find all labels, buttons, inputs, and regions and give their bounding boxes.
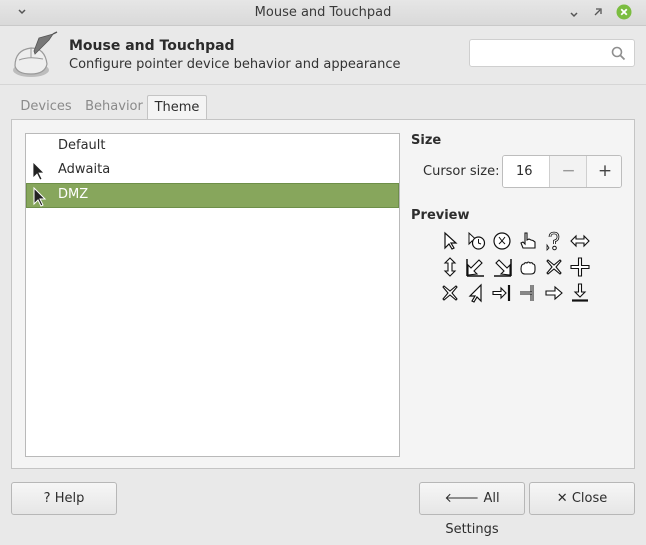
close-window-icon[interactable] [616,4,632,20]
wait-cursor-icon [493,232,511,250]
minimize-icon[interactable] [566,4,582,20]
resize-vertical-cursor-icon [443,257,457,277]
search-input[interactable] [476,44,610,64]
cursor-size-input[interactable] [503,156,547,187]
right-tee-cursor-icon [520,285,534,301]
resize-horizontal-cursor-icon [570,234,590,248]
cursor-preview-grid [440,231,600,309]
bottom-side-cursor-icon [572,283,588,302]
plus-icon: + [597,161,613,181]
right-arrow-cursor-icon [545,285,563,301]
increase-size-button[interactable]: + [586,156,621,187]
theme-row-dmz[interactable]: DMZ [26,183,399,208]
theme-name: Adwaita [58,162,111,177]
progress-cursor-icon [468,231,486,250]
tab-devices-label: Devices [20,99,72,114]
search-icon [611,46,626,61]
theme-panel: Default Adwaita DMZ Size Cursor size: − … [11,119,635,469]
help-button-label: Help [54,491,85,506]
window-titlebar: Mouse and Touchpad [0,0,646,26]
help-button[interactable]: ? Help [11,482,117,515]
preview-section-title: Preview [411,208,470,223]
adwaita-cursor-icon [32,161,45,181]
page-title: Mouse and Touchpad [69,38,235,54]
tab-theme[interactable]: Theme [147,95,207,120]
right-ptr-cursor-icon [468,283,482,303]
theme-row-default[interactable]: Default [26,134,399,159]
arrow-cursor-icon [444,231,458,250]
theme-row-adwaita[interactable]: Adwaita [26,158,399,183]
close-button-label: Close [571,491,608,506]
x-cursor-icon [442,285,458,301]
grab-hand-cursor-icon [520,261,536,275]
help-icon: ? [43,491,51,506]
resize-bottom-left-cursor-icon [466,259,484,277]
window-title: Mouse and Touchpad [254,5,392,20]
restore-icon[interactable] [590,4,606,20]
size-section-title: Size [411,133,442,148]
cursor-size-spinner[interactable]: − + [502,155,622,188]
theme-name: DMZ [58,187,89,202]
pointer-hand-cursor-icon [520,232,536,249]
tab-behavior[interactable]: Behavior [80,95,148,119]
minus-icon: − [561,161,576,181]
right-side-cursor-icon [492,285,511,301]
crosshair-cursor-icon [570,257,590,277]
help-cursor-icon [546,231,560,251]
app-header: Mouse and Touchpad Configure pointer dev… [0,26,646,85]
close-button[interactable]: ✕ Close [529,482,635,515]
dmz-cursor-icon [33,186,47,207]
back-arrow-icon: 🡐 [444,491,480,506]
theme-name: Default [58,138,106,153]
all-settings-button[interactable]: 🡐 All Settings [419,482,525,537]
resize-bottom-right-cursor-icon [494,259,512,277]
tab-theme-label: Theme [154,100,200,115]
page-subtitle: Configure pointer device behavior and ap… [69,57,401,72]
cursor-theme-list[interactable]: Default Adwaita DMZ [25,133,400,457]
tab-devices[interactable]: Devices [12,95,80,119]
not-allowed-x-cursor-icon [546,259,562,275]
tab-behavior-label: Behavior [85,99,143,114]
close-icon: ✕ [556,491,568,506]
search-box[interactable] [469,39,635,67]
mouse-settings-icon [13,31,58,77]
cursor-size-label: Cursor size: [423,164,500,179]
decrease-size-button[interactable]: − [549,156,587,187]
